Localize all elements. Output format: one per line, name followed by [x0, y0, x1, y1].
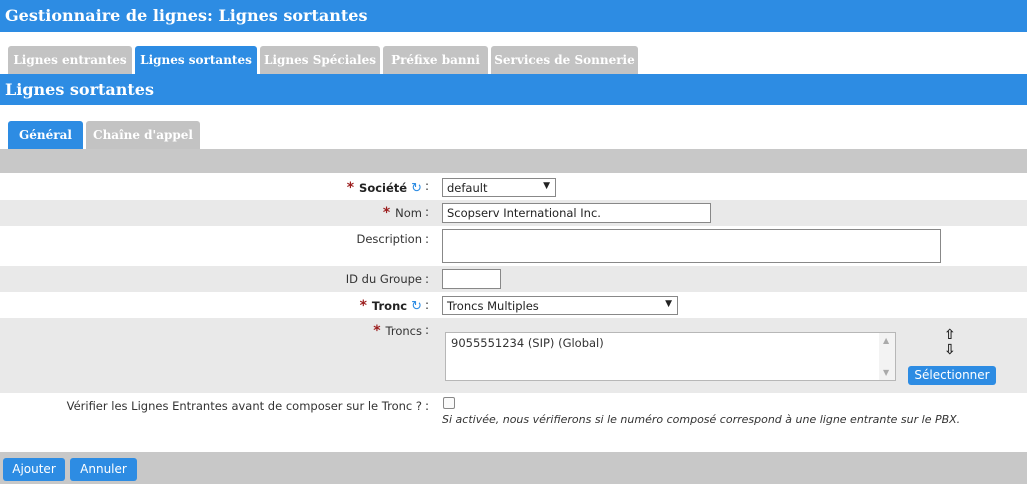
nom-label: * Nom — [382, 205, 422, 221]
tronc-row: * Tronc ↻ : Troncs Multiples ▼ — [0, 292, 1027, 318]
nom-field[interactable]: Scopserv International Inc. — [442, 203, 711, 223]
cancel-button[interactable]: Annuler — [70, 458, 137, 481]
required-marker: * — [346, 180, 355, 196]
tab-general[interactable]: Général — [8, 121, 83, 149]
id-groupe-field[interactable] — [442, 269, 501, 289]
sub-tabs: Général Chaîne d'appel — [0, 121, 1027, 149]
societe-select[interactable]: default ▼ — [442, 178, 556, 197]
troncs-label: * Troncs — [373, 323, 422, 339]
verifier-label: Vérifier les Lignes Entrantes avant de c… — [66, 399, 422, 413]
tab-services-de-sonnerie[interactable]: Services de Sonnerie — [491, 46, 638, 74]
list-item[interactable]: 9055551234 (SIP) (Global) — [451, 336, 604, 350]
select-button[interactable]: Sélectionner — [908, 366, 996, 385]
page-title: Gestionnaire de lignes: Lignes sortantes — [0, 0, 1027, 32]
verifier-checkbox[interactable] — [443, 397, 455, 409]
societe-label: * Société ↻ — [346, 180, 422, 196]
scroll-up-icon[interactable]: ▲ — [883, 336, 889, 345]
refresh-icon[interactable]: ↻ — [411, 299, 422, 314]
id-groupe-label: ID du Groupe — [345, 272, 422, 286]
verifier-help-text: Si activée, nous vérifierons si le numér… — [442, 413, 961, 426]
description-field[interactable] — [442, 229, 941, 263]
required-marker: * — [359, 298, 367, 314]
tronc-label: * Tronc ↻ — [359, 298, 422, 314]
nom-row: * Nom : Scopserv International Inc. — [0, 200, 1027, 226]
scroll-down-icon[interactable]: ▼ — [883, 368, 889, 377]
chevron-down-icon: ▼ — [543, 181, 550, 191]
move-down-icon[interactable]: ⇩ — [944, 342, 956, 358]
tab-lignes-speciales[interactable]: Lignes Spéciales — [260, 46, 380, 74]
tab-lignes-entrantes[interactable]: Lignes entrantes — [8, 46, 132, 74]
description-label: Description — [356, 232, 423, 246]
scrollbar[interactable]: ▲ ▼ — [879, 333, 895, 380]
refresh-icon[interactable]: ↻ — [411, 181, 422, 196]
add-button[interactable]: Ajouter — [3, 458, 65, 481]
form-header-bar — [0, 149, 1027, 173]
required-marker: * — [373, 323, 381, 339]
tab-lignes-sortantes[interactable]: Lignes sortantes — [135, 46, 257, 74]
move-up-icon[interactable]: ⇧ — [944, 327, 956, 343]
chevron-down-icon: ▼ — [665, 299, 672, 309]
tab-prefixe-banni[interactable]: Préfixe banni — [383, 46, 488, 74]
footer-bar: Ajouter Annuler — [0, 452, 1027, 484]
societe-row: * Société ↻ : default ▼ — [0, 175, 1027, 200]
main-tabs: Lignes entrantes Lignes sortantes Lignes… — [0, 46, 1027, 74]
required-marker: * — [382, 205, 391, 221]
tab-chaine-d-appel[interactable]: Chaîne d'appel — [86, 121, 200, 149]
tronc-select[interactable]: Troncs Multiples ▼ — [442, 296, 678, 315]
description-row: Description : — [0, 226, 1027, 266]
troncs-listbox[interactable]: 9055551234 (SIP) (Global) ▲ ▼ — [445, 332, 896, 381]
section-title: Lignes sortantes — [0, 74, 1027, 105]
id-groupe-row: ID du Groupe : — [0, 266, 1027, 292]
